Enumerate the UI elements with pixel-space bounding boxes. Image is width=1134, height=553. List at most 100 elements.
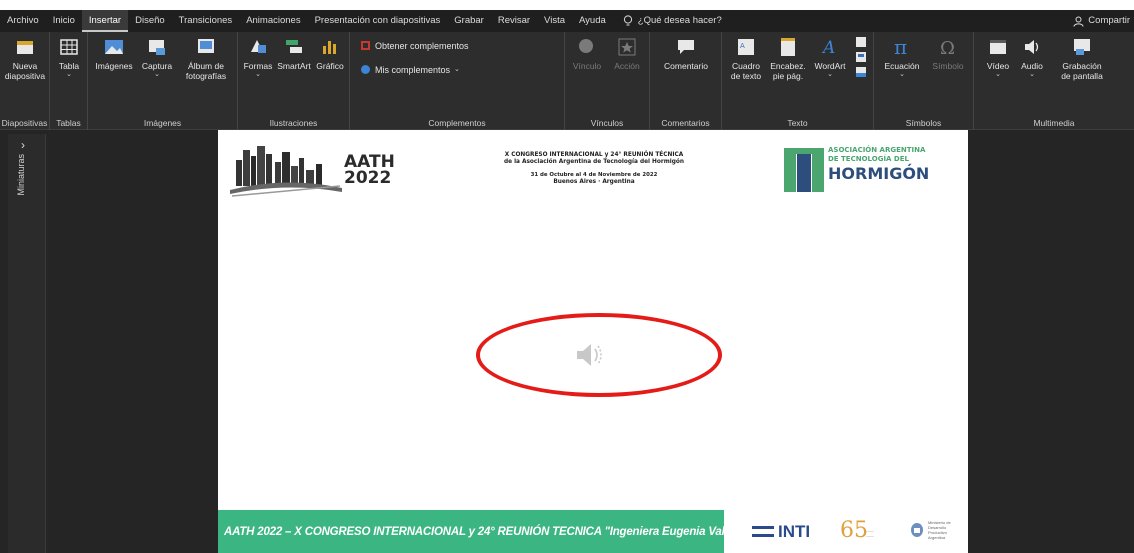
aath-year: 2022 [344,168,392,188]
link-button[interactable]: Vínculo [569,36,605,71]
tab-archivo[interactable]: Archivo [0,10,46,32]
smartart-icon [286,40,302,53]
new-slide-button[interactable]: Nueva diapositiva [4,36,46,81]
share-button[interactable]: Compartir [1073,10,1130,32]
video-label: Vídeo [986,61,1010,71]
sixty-five-anniversary-mark: 65 [840,518,868,543]
group-label-vinculos: Vínculos [590,118,624,128]
chevron-down-icon: ⌄ [1029,71,1035,78]
header-line-2: de la Asociación Argentina de Tecnología… [503,159,685,165]
shapes-button[interactable]: Formas ⌄ [242,36,274,79]
tell-me-search[interactable]: ¿Qué desea hacer? [613,10,729,32]
chevron-down-icon: ⌄ [154,71,160,78]
photo-album-button[interactable]: Álbum de fotografías [178,36,234,81]
footer-text: AATH 2022 – X CONGRESO INTERNACIONAL y 2… [224,525,756,538]
chevron-down-icon: ⌄ [66,71,72,78]
addins-icon [361,65,370,74]
header-label-2: pie pág. [772,71,804,81]
group-label-multimedia: Multimedia [1033,118,1075,128]
equation-button[interactable]: π Ecuación ⌄ [880,36,924,79]
images-button[interactable]: Imágenes [92,36,136,71]
group-vinculos: Vínculo Acción Vínculos [565,32,650,130]
header-line-3: 31 de Octubre al 4 de Noviembre de 2022 [530,172,658,178]
table-button[interactable]: Tabla ⌄ [54,36,84,79]
group-imagenes: Imágenes Captura ⌄ Álbum de fotografías … [88,32,238,130]
group-label-comentarios: Comentarios [661,118,710,128]
asociacion-line-2: DE TECNOLOGÍA DEL [828,155,909,163]
chart-button[interactable]: Gráfico [314,36,346,71]
group-ilustraciones: Formas ⌄ SmartArt Gráfico Ilustraciones [238,32,350,130]
shapes-label: Formas [243,61,273,71]
shapes-icon [251,40,266,53]
svg-text:A: A [821,38,835,58]
smartart-button[interactable]: SmartArt [276,36,312,71]
screenshot-button[interactable]: Captura ⌄ [138,36,176,79]
textbox-button[interactable]: A Cuadro de texto [726,36,766,81]
screen-recording-button[interactable]: Grabación de pantalla [1052,36,1112,81]
comment-button[interactable]: Comentario [658,36,714,71]
wordart-button[interactable]: A WordArt ⌄ [810,36,850,79]
tab-diseno[interactable]: Diseño [128,10,172,32]
album-label-2: fotografías [185,71,227,81]
slide-canvas[interactable]: AATH 2022 X CONGRESO INTERNACIONAL y 24°… [218,130,968,553]
object-icon[interactable] [855,66,867,78]
person-icon [1073,16,1084,27]
audio-button[interactable]: Audio ⌄ [1016,36,1048,79]
group-multimedia: Vídeo ⌄ Audio ⌄ Grabación de pantalla Mu… [974,32,1134,130]
group-simbolos: π Ecuación ⌄ Ω Símbolo Símbolos [874,32,974,130]
lightbulb-icon [623,15,632,26]
date-time-icon[interactable] [855,36,867,48]
tab-revisar[interactable]: Revisar [491,10,537,32]
header-footer-icon [781,38,795,56]
thumbnail-pane[interactable]: › Miniaturas [8,134,46,553]
my-addins-button[interactable]: Mis complementos ⌄ [360,64,460,75]
chevron-down-icon: ⌄ [995,71,1001,78]
group-comentarios: Comentario Comentarios [650,32,722,130]
comment-label: Comentario [664,61,708,71]
tab-grabar[interactable]: Grabar [447,10,491,32]
inti-text: INTI [778,522,811,541]
group-label-imagenes: Imágenes [143,118,182,128]
header-label: Encabez. [770,61,806,71]
chart-icon [323,41,336,54]
tab-animaciones[interactable]: Animaciones [239,10,307,32]
sixty-five-subtext: —— —— [866,528,874,538]
audio-label: Audio [1021,61,1043,71]
table-label: Tabla [58,61,80,71]
record-label: Grabación [1062,61,1102,71]
header-footer-button[interactable]: Encabez. pie pág. [768,36,808,81]
smartart-label: SmartArt [277,61,311,71]
expand-chevron-icon[interactable]: › [21,138,25,152]
group-label-texto: Texto [787,118,808,128]
header-line-1: X CONGRESO INTERNACIONAL y 24° REUNIÓN T… [504,152,684,158]
video-icon [990,40,1006,54]
textbox-icon: A [738,39,754,55]
group-complementos: Obtener complementos Mis complementos ⌄ … [350,32,565,130]
chevron-down-icon: ⌄ [827,71,833,78]
comment-icon [678,40,694,54]
star-icon [618,38,636,56]
symbol-label: Símbolo [932,61,964,71]
video-button[interactable]: Vídeo ⌄ [982,36,1014,79]
chevron-down-icon: ⌄ [899,71,905,78]
tab-insertar[interactable]: Insertar [81,10,129,32]
asociacion-emblem-icon [784,148,824,192]
tab-ayuda[interactable]: Ayuda [572,10,613,32]
tab-transiciones[interactable]: Transiciones [172,10,240,32]
get-addins-button[interactable]: Obtener complementos [360,40,469,51]
city-skyline-icon [230,146,342,197]
album-label: Álbum de [188,61,224,71]
ribbon-insertar: Nueva diapositiva Diapositivas Tabla ⌄ T… [0,32,1134,130]
tab-inicio[interactable]: Inicio [46,10,82,32]
action-button[interactable]: Acción [609,36,645,71]
textbox-label: Cuadro [732,61,760,71]
table-icon [60,39,78,55]
tab-vista[interactable]: Vista [537,10,572,32]
asociacion-line-1: ASOCIACIÓN ARGENTINA [828,146,926,154]
header-line-4: Buenos Aires · Argentina [553,179,635,185]
symbol-button[interactable]: Ω Símbolo [926,36,970,71]
tab-presentacion[interactable]: Presentación con diapositivas [308,10,448,32]
share-label: Compartir [1088,15,1130,26]
slide-number-icon[interactable] [855,51,867,63]
new-slide-label: Nueva [12,61,38,71]
